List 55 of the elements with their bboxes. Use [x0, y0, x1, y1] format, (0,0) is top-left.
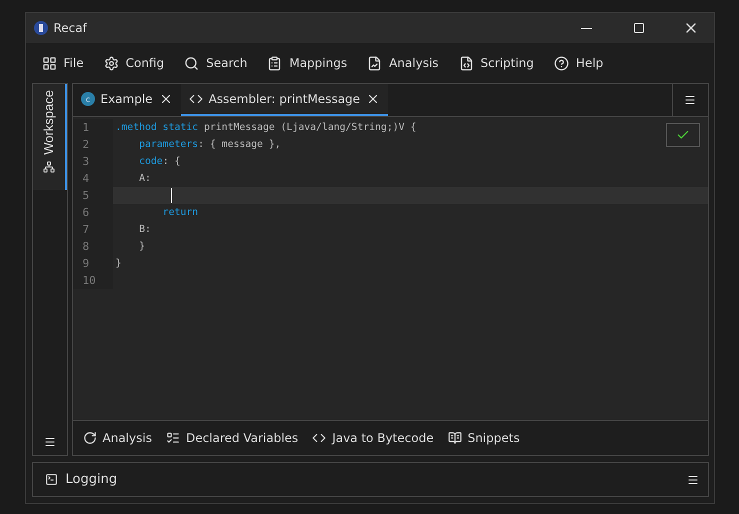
validation-button[interactable] — [666, 123, 700, 147]
menu-item[interactable]: Mappings — [259, 52, 356, 74]
list-icon — [166, 431, 180, 445]
menu-item[interactable]: Analysis — [359, 52, 447, 74]
app-logo-icon — [34, 21, 48, 35]
code-line: A: — [138, 172, 151, 186]
tree-icon — [42, 160, 54, 173]
line-number: 4 — [72, 170, 112, 187]
editor-tab[interactable]: Assembler: printMessage — [180, 84, 388, 116]
bottom-tab[interactable]: Java to Bytecode — [306, 431, 440, 445]
line-number: 5 — [72, 187, 112, 204]
clipboard-icon — [267, 56, 282, 70]
code-editor[interactable]: 1 .method static printMessage (Ljava/lang/String;)V { 2 parameters: { message }, 3 code: { 4 A: 5 6 return 7 B: 8 } 9 } 10 — [72, 117, 708, 421]
line-number: 7 — [72, 221, 112, 238]
menu-item[interactable]: Scripting — [450, 52, 542, 74]
menu-item[interactable]: File — [34, 52, 92, 74]
code-line: } — [138, 240, 145, 254]
window-title: Recaf — [54, 21, 88, 35]
line-number: 3 — [72, 153, 112, 170]
line-number: 6 — [72, 204, 112, 221]
help-icon — [554, 56, 569, 70]
refresh-icon — [82, 431, 96, 445]
menu-item[interactable]: Help — [546, 52, 612, 74]
menu-icon — [684, 94, 696, 106]
menu-icon — [686, 474, 698, 486]
bottom-tab[interactable]: Analysis — [76, 431, 158, 445]
terminal-icon — [44, 473, 58, 486]
menu-item[interactable]: Search — [176, 52, 256, 74]
maximize-icon — [632, 22, 644, 34]
code-line: } — [114, 257, 122, 271]
line-number: 10 — [72, 272, 112, 289]
code-icon — [188, 92, 203, 106]
search-icon — [184, 56, 200, 70]
code-line: code: { — [138, 155, 180, 169]
menu-item[interactable]: Config — [96, 52, 172, 74]
class-icon: c — [80, 92, 94, 106]
code-line: B: — [138, 223, 151, 237]
line-number: 2 — [72, 136, 112, 153]
grid-icon — [42, 56, 56, 70]
code-line: return — [162, 206, 198, 220]
code-file-icon — [458, 56, 474, 70]
gear-icon — [104, 56, 119, 70]
line-number: 1 — [72, 119, 112, 136]
chart-file-icon — [367, 56, 382, 70]
text-cursor — [170, 188, 172, 203]
line-number: 9 — [72, 255, 112, 272]
code-icon — [312, 431, 326, 445]
sidebar-tab[interactable]: Workspace — [32, 84, 66, 190]
menu-icon — [44, 436, 56, 448]
code-line: parameters: { message }, — [138, 138, 281, 152]
line-number: 8 — [72, 238, 112, 255]
book-icon — [448, 431, 462, 445]
code-line: .method static printMessage (Ljava/lang/String;)V { — [114, 121, 416, 135]
bottom-tab[interactable]: Snippets — [442, 431, 526, 445]
bottom-tab[interactable]: Declared Variables — [160, 431, 304, 445]
